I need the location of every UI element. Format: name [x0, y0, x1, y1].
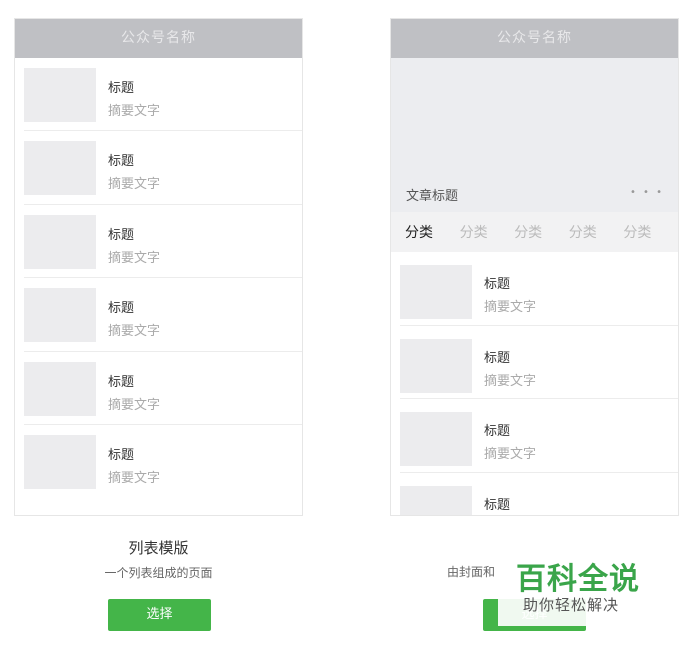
cover-image: 文章标题 • • • — [391, 58, 678, 212]
template-description: 一个列表组成的页面 — [104, 566, 213, 580]
tab-category-active[interactable]: 分类 — [405, 222, 460, 242]
article-thumbnail — [24, 141, 96, 196]
template-caption: 列表模版 一个列表组成的页面 — [14, 537, 303, 581]
list-item: 标题 摘要文字 — [24, 205, 302, 279]
article-summary: 摘要文字 — [108, 324, 161, 340]
article-thumbnail — [24, 361, 96, 416]
article-title: 标题 — [108, 447, 135, 463]
article-title: 标题 — [484, 497, 511, 513]
template-name: 列表模版 — [128, 539, 189, 557]
article-thumbnail — [400, 485, 472, 515]
list-item: 标题 摘要文字 — [400, 399, 678, 473]
tab-category[interactable]: 分类 — [514, 222, 569, 242]
article-title: 标题 — [484, 277, 511, 292]
article-title: 标题 — [108, 374, 135, 390]
more-dots-icon: • • • — [629, 187, 664, 198]
list-item: 标题 摘要文字 — [24, 131, 302, 205]
article-thumbnail — [24, 214, 96, 269]
tab-category[interactable]: 分类 — [569, 222, 624, 242]
select-list-template-button[interactable]: 选择 — [108, 599, 211, 631]
cover-article-title: 文章标题 — [406, 189, 459, 204]
article-thumbnail — [24, 434, 96, 489]
article-title: 标题 — [108, 81, 135, 96]
list-item: 标题 摘要文字 — [24, 352, 302, 425]
list-item: 标题 摘要文字 — [400, 252, 678, 326]
article-summary: 摘要文字 — [484, 373, 537, 389]
list-item: 标题 摘要文字 — [24, 58, 302, 132]
list-template-preview: 公众号名称 标题 摘要文字 标题 摘要文字 标题 摘要文字 标题 摘要文字 标题… — [14, 18, 303, 516]
article-thumbnail — [400, 265, 472, 319]
official-account-name: 公众号名称 — [391, 19, 678, 58]
watermark-slogan: 助你轻松解决 — [523, 596, 620, 614]
article-thumbnail — [24, 68, 96, 122]
category-tabs: 分类 分类 分类 分类 分类 — [391, 212, 678, 252]
article-title: 标题 — [484, 424, 511, 439]
list-item: 标题 摘要文字 — [24, 278, 302, 352]
watermark-logo: 百科全说 助你轻松解决 — [498, 548, 658, 626]
article-title: 标题 — [108, 227, 135, 243]
watermark-title: 百科全说 — [516, 562, 640, 597]
article-thumbnail — [400, 338, 472, 393]
article-thumbnail — [24, 288, 96, 343]
article-summary: 摘要文字 — [108, 177, 161, 193]
tab-category[interactable]: 分类 — [460, 222, 515, 242]
list-item: 标题 — [400, 473, 678, 515]
official-account-name: 公众号名称 — [15, 19, 302, 58]
list-item: 标题 摘要文字 — [400, 326, 678, 399]
article-summary: 摘要文字 — [108, 470, 161, 486]
cover-template-preview: 公众号名称 文章标题 • • • 分类 分类 分类 分类 分类 标题 摘要文字 … — [390, 18, 679, 516]
template-description: 由封面和 — [447, 565, 496, 579]
article-title: 标题 — [484, 350, 511, 366]
article-summary: 摘要文字 — [108, 250, 161, 266]
article-summary: 摘要文字 — [484, 447, 537, 462]
article-summary: 摘要文字 — [108, 104, 161, 119]
tab-category[interactable]: 分类 — [623, 222, 678, 242]
article-title: 标题 — [108, 154, 135, 170]
list-item: 标题 摘要文字 — [24, 425, 302, 498]
article-thumbnail — [400, 412, 472, 466]
article-summary: 摘要文字 — [108, 397, 161, 413]
article-summary: 摘要文字 — [484, 300, 537, 315]
article-title: 标题 — [108, 301, 135, 317]
